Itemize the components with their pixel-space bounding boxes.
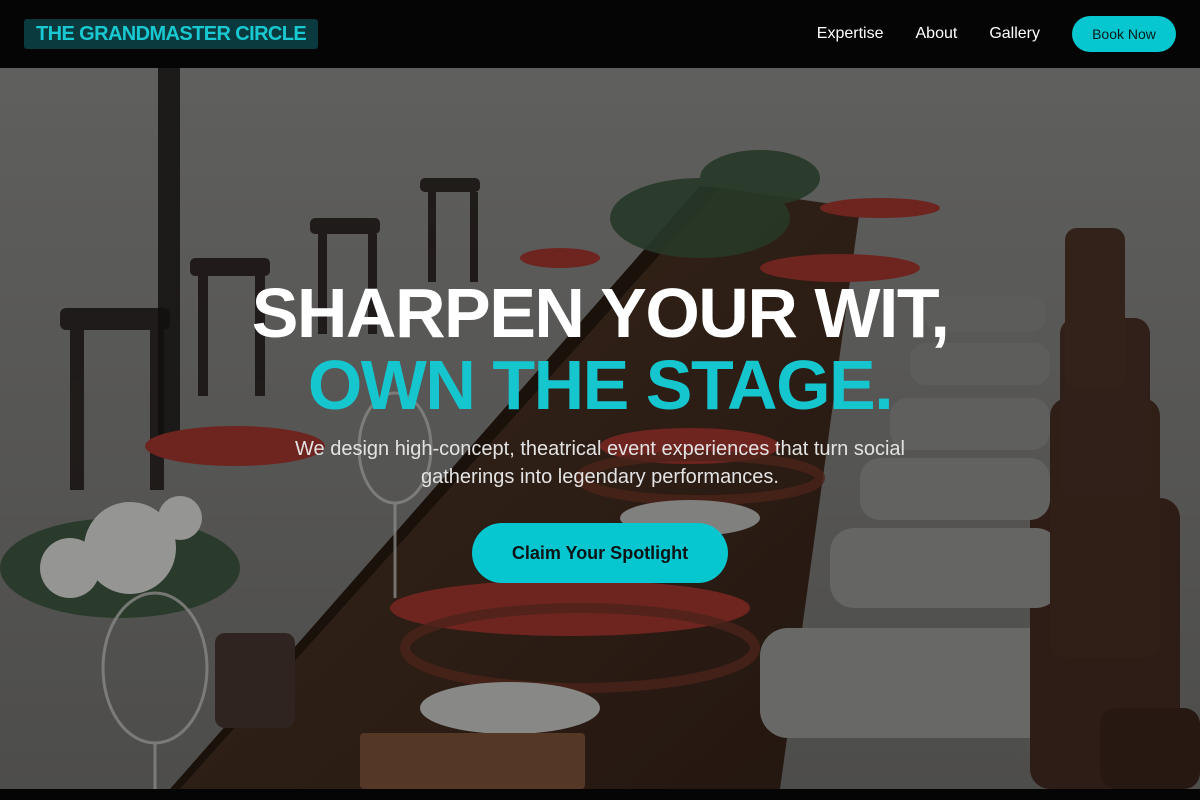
nav-link-expertise[interactable]: Expertise xyxy=(817,25,884,43)
hero-subtitle: We design high-concept, theatrical event… xyxy=(295,438,905,488)
claim-spotlight-button[interactable]: Claim Your Spotlight xyxy=(472,523,728,583)
hero-headline-line2: OWN THE STAGE. xyxy=(307,346,894,424)
nav-link-gallery[interactable]: Gallery xyxy=(989,25,1040,43)
hero-section: SHARPEN YOUR WIT, OWN THE STAGE. We desi… xyxy=(0,68,1200,789)
brand-logo[interactable]: THE GRANDMASTER CIRCLE xyxy=(24,19,319,49)
top-navbar: THE GRANDMASTER CIRCLE Expertise About G… xyxy=(0,0,1200,68)
hero-content: SHARPEN YOUR WIT, OWN THE STAGE. We desi… xyxy=(0,68,1200,789)
hero-headline-line1: SHARPEN YOUR WIT, xyxy=(251,274,950,352)
book-now-button[interactable]: Book Now xyxy=(1072,16,1176,52)
nav-link-about[interactable]: About xyxy=(916,25,958,43)
page-bottom-edge xyxy=(0,789,1200,800)
nav-menu: Expertise About Gallery Book Now xyxy=(817,16,1176,52)
